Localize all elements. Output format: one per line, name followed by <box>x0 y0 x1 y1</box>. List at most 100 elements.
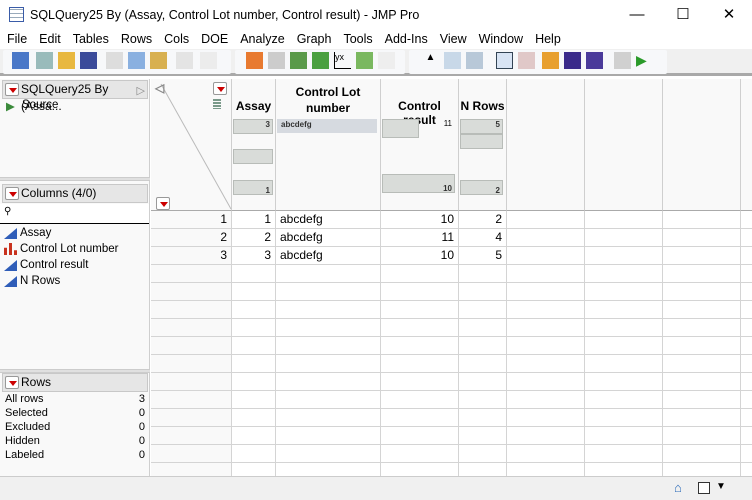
panel-divider[interactable] <box>0 177 150 181</box>
empty-cell[interactable] <box>507 391 585 409</box>
empty-row[interactable] <box>151 337 752 355</box>
empty-cell[interactable] <box>276 391 381 409</box>
empty-row[interactable] <box>151 283 752 301</box>
row-number[interactable]: 2 <box>151 229 232 247</box>
close-button[interactable]: ✕ <box>706 0 752 30</box>
empty-row[interactable] <box>151 373 752 391</box>
grid-icon[interactable] <box>444 52 461 69</box>
empty-cell[interactable] <box>232 427 276 445</box>
row-number[interactable] <box>151 391 232 409</box>
empty-row[interactable] <box>151 301 752 319</box>
empty-cell[interactable] <box>381 355 459 373</box>
empty-cell[interactable] <box>741 445 752 463</box>
column-item-control-result[interactable]: Control result <box>4 257 88 273</box>
empty-cell[interactable] <box>741 463 752 476</box>
empty-cell[interactable] <box>663 373 741 391</box>
dropdown-arrow-icon[interactable]: ▼ <box>716 481 726 492</box>
empty-cell[interactable] <box>663 319 741 337</box>
empty-cell[interactable] <box>381 373 459 391</box>
red-triangle-menu-icon[interactable] <box>5 376 19 389</box>
empty-cell[interactable] <box>507 427 585 445</box>
fit-y-by-x-icon[interactable]: yx <box>334 52 351 69</box>
empty-cell[interactable] <box>381 337 459 355</box>
empty-cell[interactable] <box>381 283 459 301</box>
empty-cell[interactable] <box>381 445 459 463</box>
cell-n-rows[interactable]: 2 <box>459 211 507 229</box>
column-item-assay[interactable]: Assay <box>4 225 51 241</box>
empty-cell[interactable] <box>381 427 459 445</box>
cell-n-rows[interactable]: 5 <box>459 247 507 265</box>
menu-view[interactable]: View <box>433 30 472 46</box>
empty-cell[interactable] <box>741 229 752 247</box>
cell-assay[interactable]: 2 <box>232 229 276 247</box>
empty-cell[interactable] <box>459 373 507 391</box>
empty-cell[interactable] <box>232 409 276 427</box>
collapse-arrow-icon[interactable]: ◁ <box>155 81 164 95</box>
column-header-control-lot-number[interactable]: Control Lot number abcdefg <box>276 79 381 211</box>
menu-add-ins[interactable]: Add-Ins <box>378 30 433 46</box>
empty-cell[interactable] <box>741 211 752 229</box>
empty-cell[interactable] <box>232 445 276 463</box>
column-header-control-result[interactable]: Control result 11 10 <box>381 79 459 211</box>
table-panel-header[interactable]: SQLQuery25 By (Assa... ▷ <box>2 80 148 113</box>
empty-cell[interactable] <box>663 247 741 265</box>
menu-graph[interactable]: Graph <box>290 30 337 46</box>
columns-red-triangle-icon[interactable] <box>213 82 227 95</box>
empty-cell[interactable] <box>741 283 752 301</box>
empty-cell[interactable] <box>276 337 381 355</box>
maximize-button[interactable]: ☐ <box>660 0 706 30</box>
run-script-icon[interactable]: ▶ <box>636 52 653 69</box>
corner-cell[interactable]: ◁ <box>151 79 232 211</box>
table-row[interactable]: 3 3 abcdefg 10 5 <box>151 247 752 265</box>
empty-cell[interactable] <box>585 445 663 463</box>
menu-file[interactable]: File <box>0 30 32 46</box>
cell-control-lot-number[interactable]: abcdefg <box>276 229 381 247</box>
row-number[interactable] <box>151 373 232 391</box>
empty-cell[interactable] <box>585 337 663 355</box>
empty-cell[interactable] <box>507 337 585 355</box>
empty-row[interactable] <box>151 319 752 337</box>
empty-cell[interactable] <box>663 211 741 229</box>
row-number[interactable] <box>151 463 232 476</box>
row-number[interactable] <box>151 301 232 319</box>
empty-row[interactable] <box>151 427 752 445</box>
empty-cell[interactable] <box>232 265 276 283</box>
graph-builder-icon[interactable] <box>496 52 513 69</box>
menu-tables[interactable]: Tables <box>66 30 114 46</box>
menu-tools[interactable]: Tools <box>336 30 377 46</box>
empty-cell[interactable] <box>232 301 276 319</box>
empty-cell[interactable] <box>585 247 663 265</box>
cell-control-result[interactable]: 10 <box>381 247 459 265</box>
empty-cell[interactable] <box>507 355 585 373</box>
empty-cell[interactable] <box>585 301 663 319</box>
column-item-control-lot-number[interactable]: Control Lot number <box>4 241 118 257</box>
menu-help[interactable]: Help <box>528 30 566 46</box>
empty-cell[interactable] <box>232 373 276 391</box>
empty-cell[interactable] <box>585 229 663 247</box>
empty-cell[interactable] <box>232 337 276 355</box>
empty-cell[interactable] <box>276 463 381 476</box>
empty-cell[interactable] <box>741 427 752 445</box>
empty-cell[interactable] <box>459 463 507 476</box>
empty-cell[interactable] <box>741 409 752 427</box>
empty-row[interactable] <box>151 355 752 373</box>
row-number[interactable] <box>151 445 232 463</box>
empty-cell[interactable] <box>276 409 381 427</box>
empty-cell[interactable] <box>585 391 663 409</box>
sort-icon[interactable]: ▲ <box>422 52 439 69</box>
empty-cell[interactable] <box>663 301 741 319</box>
empty-cell[interactable] <box>741 265 752 283</box>
empty-cell[interactable] <box>507 283 585 301</box>
empty-cell[interactable] <box>459 445 507 463</box>
empty-cell[interactable] <box>459 409 507 427</box>
save-icon[interactable] <box>80 52 97 69</box>
empty-cell[interactable] <box>507 229 585 247</box>
row-number[interactable] <box>151 355 232 373</box>
cell-assay[interactable]: 3 <box>232 247 276 265</box>
empty-cell[interactable] <box>232 355 276 373</box>
empty-cell[interactable] <box>741 301 752 319</box>
empty-cell[interactable] <box>663 355 741 373</box>
join-icon[interactable] <box>564 52 581 69</box>
edit-icon[interactable] <box>378 52 395 69</box>
empty-cell[interactable] <box>381 301 459 319</box>
